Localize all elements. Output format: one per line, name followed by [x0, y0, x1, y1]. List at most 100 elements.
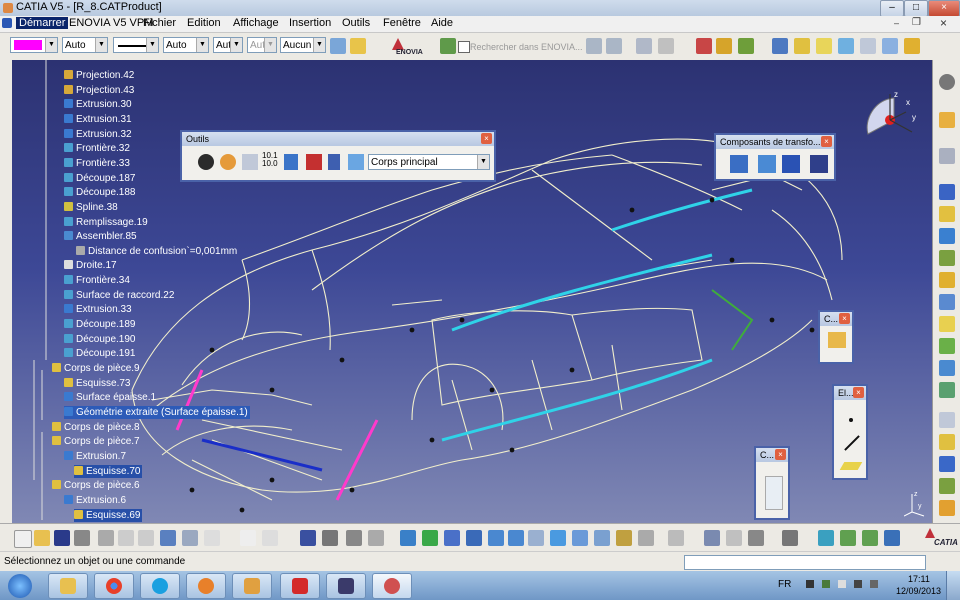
- blend-icon[interactable]: [939, 338, 955, 354]
- split-icon[interactable]: [939, 382, 955, 398]
- menu-aide[interactable]: Aide: [431, 17, 453, 29]
- hand-icon[interactable]: [220, 154, 236, 170]
- rotate-view-icon[interactable]: [466, 530, 482, 546]
- outils-palette[interactable]: Outils × 10.1 10.0 Corps principal ▼: [180, 130, 496, 182]
- sweep-icon[interactable]: [939, 294, 955, 310]
- redo-arrow-icon[interactable]: [182, 530, 198, 546]
- normal-view-icon[interactable]: [528, 530, 544, 546]
- apply-material-icon[interactable]: [668, 530, 684, 546]
- transformation-palette[interactable]: Composants de transfo... ×: [714, 133, 836, 181]
- doc-restore-icon[interactable]: ❐: [912, 17, 921, 28]
- new-icon[interactable]: [14, 530, 32, 548]
- clock-date[interactable]: 12/09/2013: [896, 586, 941, 596]
- catalog-icon[interactable]: [765, 476, 783, 510]
- cut-icon[interactable]: [98, 530, 114, 546]
- tree-node[interactable]: Découpe.191: [64, 347, 136, 360]
- render-scene-icon[interactable]: [818, 530, 834, 546]
- point-icon[interactable]: [849, 418, 853, 422]
- enovia-search-input[interactable]: Rechercher dans ENOVIA...: [470, 42, 583, 52]
- tree-node[interactable]: Remplissage.19: [64, 216, 148, 229]
- offset-icon[interactable]: [939, 272, 955, 288]
- pattern-icon[interactable]: [782, 155, 800, 173]
- stack-icon[interactable]: [328, 154, 340, 170]
- link-icon[interactable]: [748, 530, 764, 546]
- symmetry-tool-icon[interactable]: [939, 478, 955, 494]
- battery-icon[interactable]: [854, 580, 862, 588]
- grid-icon[interactable]: [860, 38, 876, 54]
- view-icon[interactable]: [838, 38, 854, 54]
- update-icon[interactable]: [198, 154, 214, 170]
- color-combo[interactable]: ▼: [10, 37, 58, 53]
- copy-icon[interactable]: [118, 530, 134, 546]
- multi-view-icon[interactable]: [550, 530, 566, 546]
- tree-node[interactable]: Esquisse.69: [74, 508, 143, 522]
- close-icon[interactable]: ×: [839, 313, 850, 324]
- task-catia[interactable]: [372, 573, 412, 599]
- language-indicator[interactable]: FR: [778, 579, 791, 590]
- abc-icon[interactable]: [939, 412, 955, 428]
- render-icon[interactable]: [696, 38, 712, 54]
- undo-icon[interactable]: [658, 38, 674, 54]
- tree-node[interactable]: Corps de pièce.7: [52, 435, 140, 448]
- axis-system-icon[interactable]: [242, 154, 258, 170]
- volume-icon[interactable]: [870, 580, 878, 588]
- search-checkbox[interactable]: [458, 41, 470, 53]
- environment-icon[interactable]: [840, 530, 856, 546]
- tree-node[interactable]: Esquisse.73: [64, 377, 130, 390]
- tree-node[interactable]: Frontière.34: [64, 274, 130, 287]
- tray-up-icon[interactable]: [806, 580, 814, 588]
- start-icon[interactable]: [2, 18, 12, 28]
- tree-node[interactable]: Extrusion.7: [64, 450, 126, 463]
- paste-icon[interactable]: [138, 530, 154, 546]
- cube-icon[interactable]: [816, 38, 832, 54]
- tree-node[interactable]: Extrusion.31: [64, 113, 132, 126]
- zoom-out-icon[interactable]: [508, 530, 524, 546]
- constraint-icon[interactable]: [828, 332, 846, 348]
- tree-node[interactable]: Extrusion.32: [64, 128, 132, 141]
- tree-node[interactable]: Surface épaisse.1: [64, 391, 156, 404]
- network-icon[interactable]: [822, 580, 830, 588]
- surface-icon[interactable]: [348, 154, 364, 170]
- revolve-icon[interactable]: [939, 250, 955, 266]
- linetype2-combo[interactable]: Aut ▼: [213, 37, 243, 53]
- undo-arrow-icon[interactable]: [160, 530, 176, 546]
- formula-icon[interactable]: [240, 530, 256, 546]
- gear-icon[interactable]: [939, 74, 955, 90]
- menu-fenetre[interactable]: Fenêtre: [383, 17, 421, 29]
- tree-node[interactable]: Découpe.190: [64, 333, 136, 346]
- repeat-icon[interactable]: [306, 154, 322, 170]
- minimize-button[interactable]: –: [880, 0, 904, 17]
- table-icon[interactable]: [300, 530, 316, 546]
- plane-icon[interactable]: [839, 462, 863, 470]
- tree-node[interactable]: Corps de pièce.8: [52, 421, 140, 434]
- 3d-viewport[interactable]: Projection.42 Projection.43 Extrusion.30 Ex…: [12, 60, 932, 523]
- scaling-icon[interactable]: [810, 155, 828, 173]
- windows-start-icon[interactable]: [8, 574, 32, 598]
- tree-node[interactable]: Esquisse.70: [74, 464, 143, 478]
- transparency-combo[interactable]: Auto ▼: [62, 37, 108, 53]
- zoom-in-icon[interactable]: [488, 530, 504, 546]
- scale-tool-icon[interactable]: [939, 500, 955, 516]
- task-chrome[interactable]: [94, 573, 134, 599]
- translation-icon[interactable]: [730, 155, 748, 173]
- help-icon[interactable]: [204, 530, 220, 546]
- fly-icon[interactable]: [400, 530, 416, 546]
- c-palette-2[interactable]: C... ×: [754, 446, 790, 520]
- hide-show-icon[interactable]: [616, 530, 632, 546]
- tree-node[interactable]: Projection.42: [64, 69, 134, 82]
- line-icon[interactable]: [844, 435, 860, 451]
- tree-node[interactable]: Géométrie extraite (Surface épaisse.1): [64, 405, 250, 419]
- iso-view-icon[interactable]: [572, 530, 588, 546]
- tree-node[interactable]: Corps de pièce.6: [52, 479, 140, 492]
- point-tool-icon[interactable]: [939, 184, 955, 200]
- tree-node[interactable]: Surface de raccord.22: [64, 289, 174, 302]
- task-pdf[interactable]: [280, 573, 320, 599]
- join-icon[interactable]: [939, 360, 955, 376]
- clock-time[interactable]: 17:11: [908, 574, 930, 584]
- menu-insertion[interactable]: Insertion: [289, 17, 331, 29]
- print-icon[interactable]: [74, 530, 90, 546]
- linetype-combo[interactable]: ▼: [113, 37, 159, 53]
- turntable-icon[interactable]: [884, 530, 900, 546]
- tree-node[interactable]: Découpe.187: [64, 172, 136, 185]
- c-palette-1[interactable]: C... ×: [818, 310, 854, 364]
